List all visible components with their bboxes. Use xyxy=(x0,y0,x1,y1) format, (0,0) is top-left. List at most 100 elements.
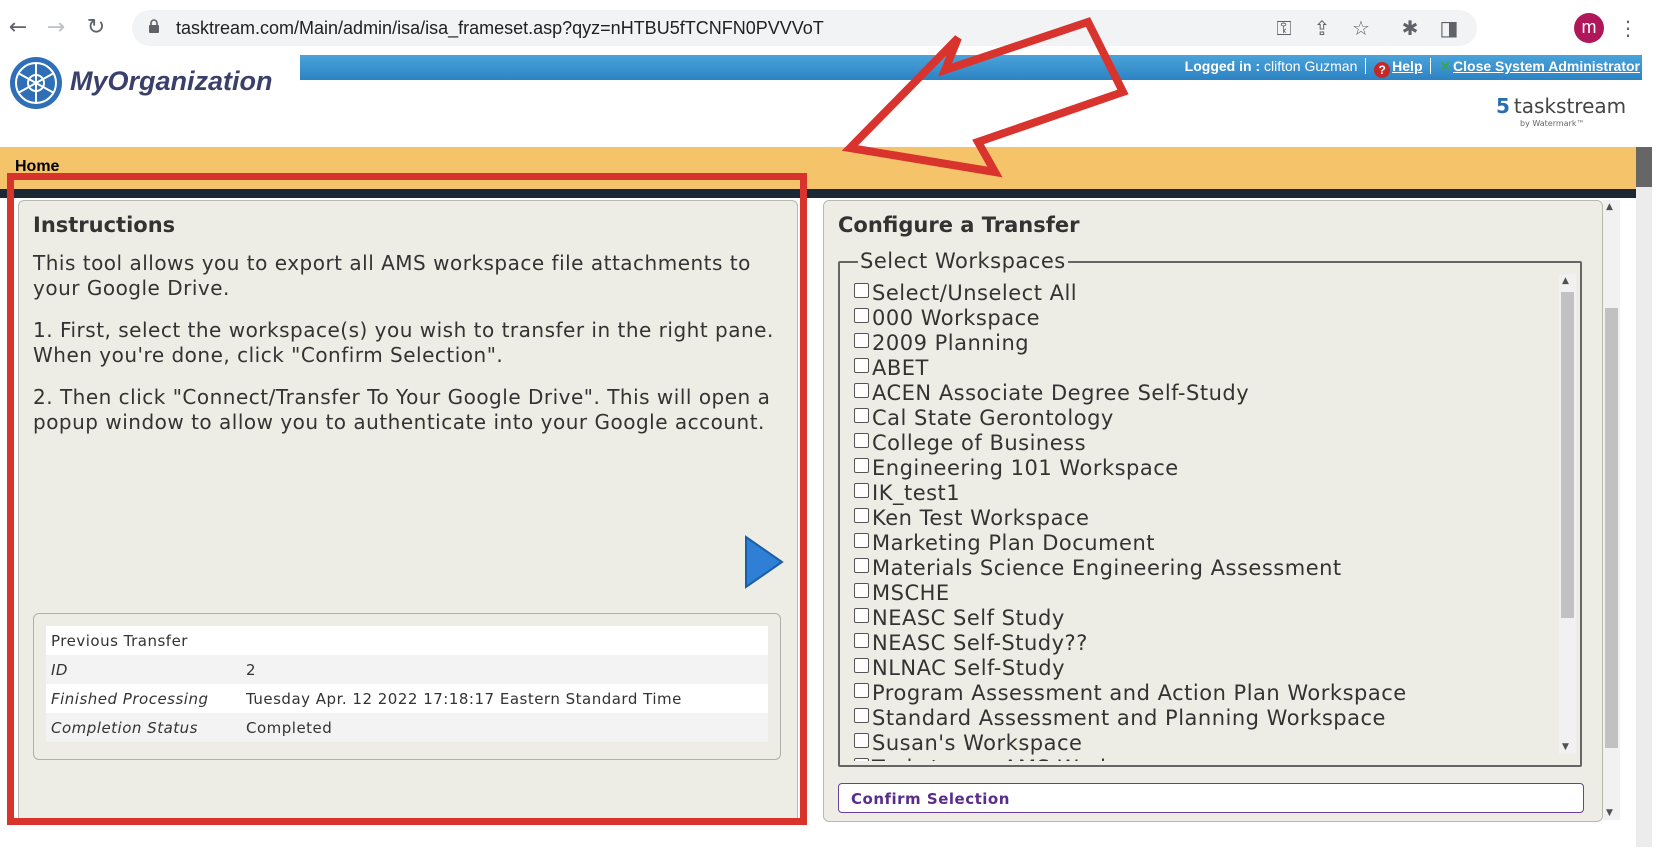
scroll-up-arrow-icon[interactable]: ▲ xyxy=(1606,202,1613,212)
workspace-label: ABET xyxy=(872,356,929,380)
taskstream-logo: 5 taskstream xyxy=(1496,94,1626,118)
checkbox[interactable] xyxy=(854,608,869,623)
workspace-checkbox-row[interactable]: IK_test1 xyxy=(854,481,1544,506)
checkbox[interactable] xyxy=(854,358,869,373)
key-icon[interactable]: ⚿ xyxy=(1270,14,1298,42)
configure-transfer-panel: Configure a Transfer Select Workspaces S… xyxy=(823,200,1603,822)
workspace-label: Cal State Gerontology xyxy=(872,406,1114,430)
workspace-checkbox-row[interactable]: ABET xyxy=(854,356,1544,381)
confirm-selection-button[interactable]: Confirm Selection xyxy=(838,783,1584,813)
back-arrow-icon[interactable]: ← xyxy=(4,14,32,42)
checkbox[interactable] xyxy=(854,533,869,548)
confirm-selection-label: Confirm Selection xyxy=(851,790,1010,808)
user-bar: Logged in : clifton Guzman ? Help ✕ Close … xyxy=(1185,58,1640,78)
workspace-label: Standard Assessment and Planning Workspa… xyxy=(872,706,1386,730)
workspace-checkbox-row[interactable]: ACEN Associate Degree Self-Study xyxy=(854,381,1544,406)
brand-name: taskstream xyxy=(1513,94,1627,118)
page-scrollbar-thumb[interactable] xyxy=(1636,147,1652,187)
workspace-legend: Select Workspaces xyxy=(858,249,1068,273)
user-name: clifton Guzman xyxy=(1264,58,1358,74)
checkbox[interactable] xyxy=(854,658,869,673)
workspace-checkbox-row[interactable]: Program Assessment and Action Plan Works… xyxy=(854,681,1544,706)
divider xyxy=(1365,58,1367,74)
checkbox[interactable] xyxy=(854,333,869,348)
workspace-label: NLNAC Self-Study xyxy=(872,656,1065,680)
workspace-checkbox-row[interactable]: MSCHE xyxy=(854,581,1544,606)
checkbox[interactable] xyxy=(854,758,869,761)
checkbox[interactable] xyxy=(854,433,869,448)
page-scrollbar[interactable] xyxy=(1636,147,1652,847)
scroll-down-arrow-icon[interactable]: ▼ xyxy=(1606,808,1613,818)
workspace-label: College of Business xyxy=(872,431,1087,455)
workspace-checkbox-row[interactable]: Susan's Workspace xyxy=(854,731,1544,756)
configure-panel-scroll-thumb[interactable] xyxy=(1605,308,1618,748)
workspace-checkbox-row[interactable]: Taskstream AMS Workspace xyxy=(854,756,1544,761)
workspace-checkbox-row[interactable]: NEASC Self-Study?? xyxy=(854,631,1544,656)
select-all-checkbox-row[interactable]: Select/Unselect All xyxy=(854,281,1544,306)
side-panel-icon[interactable]: ◨ xyxy=(1435,14,1463,42)
workspace-checkbox-row[interactable]: College of Business xyxy=(854,431,1544,456)
share-icon[interactable]: ⇪ xyxy=(1308,14,1336,42)
more-menu-icon[interactable]: ⋮ xyxy=(1614,14,1642,42)
organization-name: MyOrganization xyxy=(70,66,273,96)
workspace-label: ACEN Associate Degree Self-Study xyxy=(872,381,1250,405)
workspace-checkbox-row[interactable]: Cal State Gerontology xyxy=(854,406,1544,431)
checkbox[interactable] xyxy=(854,458,869,473)
checkbox[interactable] xyxy=(854,383,869,398)
workspace-label: Program Assessment and Action Plan Works… xyxy=(872,681,1407,705)
extensions-icon[interactable]: ✱ xyxy=(1396,14,1424,42)
scroll-up-arrow-icon[interactable]: ▲ xyxy=(1562,276,1569,286)
workspace-checkbox-row[interactable]: Standard Assessment and Planning Workspa… xyxy=(854,706,1544,731)
forward-arrow-icon[interactable]: → xyxy=(42,14,70,42)
logged-in-label: Logged in : xyxy=(1184,58,1261,74)
checkbox[interactable] xyxy=(854,483,869,498)
lock-icon xyxy=(149,19,159,33)
reload-icon[interactable]: ↻ xyxy=(82,14,110,42)
browser-toolbar: ← → ↻ tasktream.com/Main/admin/isa/isa_f… xyxy=(0,0,1668,56)
checkbox[interactable] xyxy=(854,558,869,573)
workspace-checkbox-row[interactable]: Marketing Plan Document xyxy=(854,531,1544,556)
organization-logo-icon xyxy=(10,57,62,109)
configure-title: Configure a Transfer xyxy=(838,213,1080,237)
checkbox[interactable] xyxy=(854,733,869,748)
workspace-list: Select/Unselect All 000 Workspace 2009 Pla… xyxy=(854,281,1544,761)
checkbox[interactable] xyxy=(854,283,869,298)
brand-subtitle: by Watermark™ xyxy=(1520,119,1585,128)
scroll-down-arrow-icon[interactable]: ▼ xyxy=(1562,742,1569,752)
taskstream-mark-icon: 5 xyxy=(1496,94,1510,118)
workspace-label: 000 Workspace xyxy=(872,306,1041,330)
workspace-label: 2009 Planning xyxy=(872,331,1030,355)
close-x-icon[interactable]: ✕ xyxy=(1439,58,1451,75)
workspace-checkbox-row[interactable]: NLNAC Self-Study xyxy=(854,656,1544,681)
workspace-checkbox-row[interactable]: 000 Workspace xyxy=(854,306,1544,331)
divider xyxy=(1430,58,1432,74)
configure-panel-scrollbar[interactable]: ▲ ▼ xyxy=(1603,200,1620,820)
checkbox[interactable] xyxy=(854,583,869,598)
help-link[interactable]: Help xyxy=(1392,58,1422,74)
checkbox[interactable] xyxy=(854,408,869,423)
help-icon[interactable]: ? xyxy=(1374,62,1391,78)
workspace-label: Susan's Workspace xyxy=(872,731,1083,755)
profile-avatar[interactable]: m xyxy=(1574,13,1604,43)
workspace-label: Engineering 101 Workspace xyxy=(872,456,1179,480)
workspace-label: MSCHE xyxy=(872,581,950,605)
star-icon[interactable]: ☆ xyxy=(1347,14,1375,42)
url-text: tasktream.com/Main/admin/isa/isa_framese… xyxy=(176,18,824,38)
checkbox[interactable] xyxy=(854,308,869,323)
workspace-label: Materials Science Engineering Assessment xyxy=(872,556,1342,580)
checkbox[interactable] xyxy=(854,683,869,698)
workspace-checkbox-row[interactable]: NEASC Self Study xyxy=(854,606,1544,631)
workspace-list-scrollbar[interactable]: ▲ ▼ xyxy=(1559,274,1576,754)
workspace-label: NEASC Self Study xyxy=(872,606,1065,630)
checkbox[interactable] xyxy=(854,633,869,648)
close-system-administrator-link[interactable]: Close System Administrator xyxy=(1453,58,1640,74)
checkbox[interactable] xyxy=(854,508,869,523)
workspace-checkbox-row[interactable]: Materials Science Engineering Assessment xyxy=(854,556,1544,581)
workspace-list-scroll-thumb[interactable] xyxy=(1561,292,1574,618)
annotation-highlight-box xyxy=(7,173,807,825)
checkbox[interactable] xyxy=(854,708,869,723)
workspace-checkbox-row[interactable]: Engineering 101 Workspace xyxy=(854,456,1544,481)
workspace-checkbox-row[interactable]: Ken Test Workspace xyxy=(854,506,1544,531)
workspace-checkbox-row[interactable]: 2009 Planning xyxy=(854,331,1544,356)
workspace-label: Select/Unselect All xyxy=(872,281,1078,305)
